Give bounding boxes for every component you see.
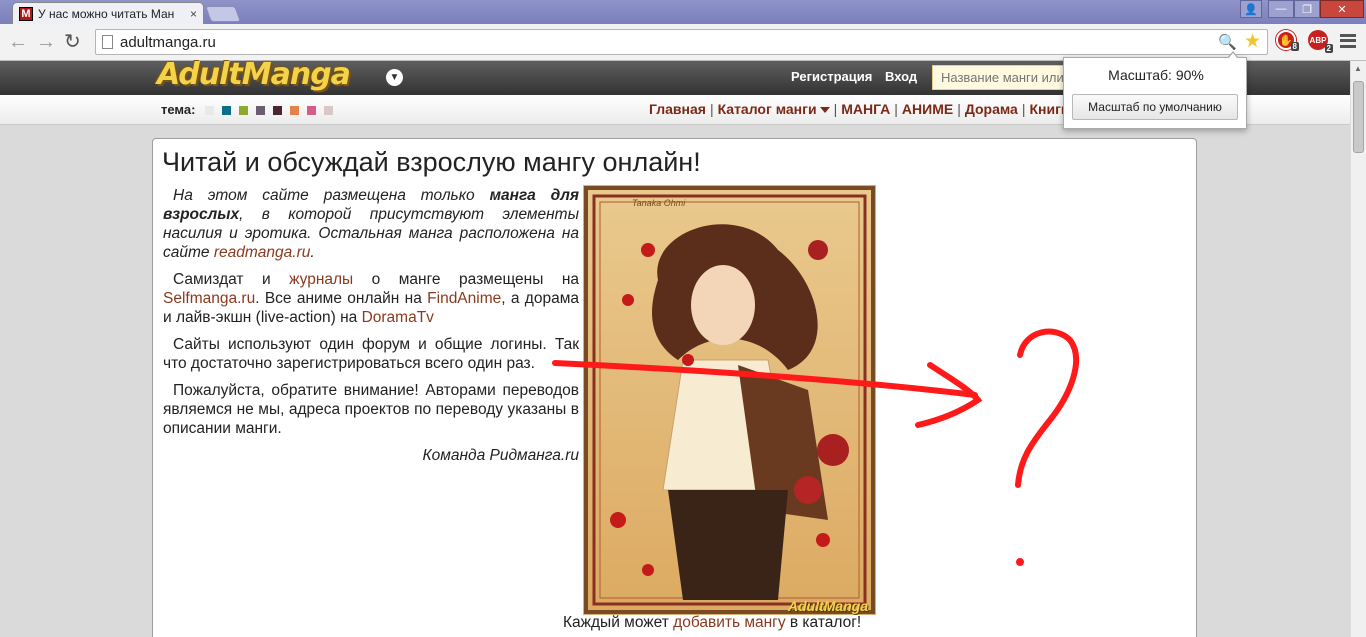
annotation-question-mark [1015,328,1080,488]
annotation-arrow-head [915,362,983,428]
annotation-arrow [552,360,978,398]
annotation-question-dot [1016,558,1024,566]
red-annotation-overlay [552,328,1080,566]
